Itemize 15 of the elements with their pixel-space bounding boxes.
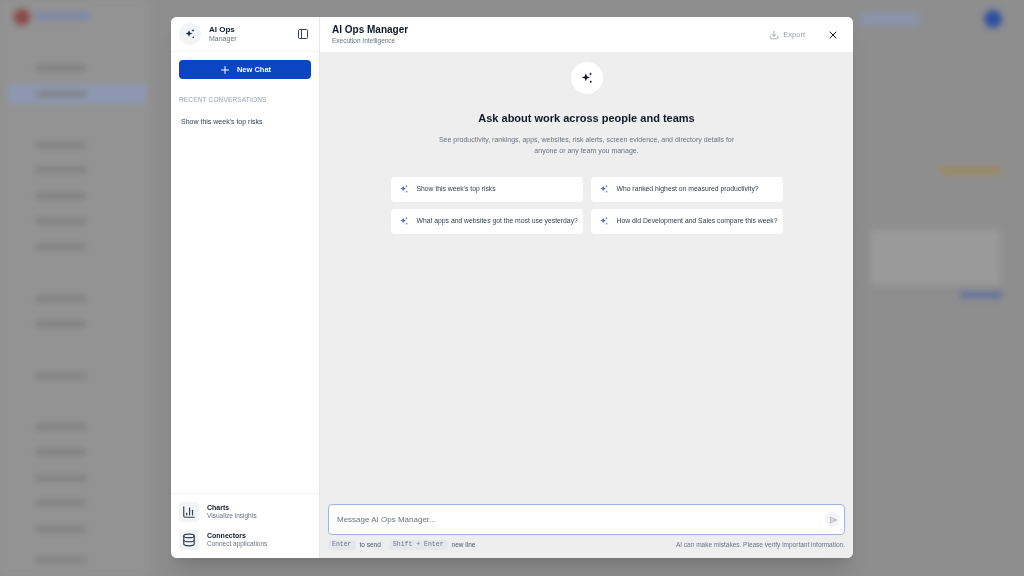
- dialog-title: AI Ops Manager: [332, 24, 410, 37]
- message-field[interactable]: Message AI Ops Manager...: [328, 504, 845, 536]
- sidebar-icon: [297, 28, 309, 40]
- plus-icon: [218, 63, 231, 76]
- download-icon: [769, 29, 780, 40]
- sparkle-icon: [184, 28, 196, 40]
- sparkle-icon: [398, 184, 409, 194]
- assistant-name: AI Ops: [209, 24, 236, 35]
- sparkle-icon: [598, 216, 609, 226]
- sparkle-icon: [579, 71, 594, 85]
- sparkle-icon: [398, 216, 409, 226]
- collapse-sidebar-button[interactable]: [295, 26, 311, 42]
- sparkle-icon: [598, 184, 609, 194]
- send-icon: [828, 515, 837, 524]
- welcome-heading: Ask about work across people and teams: [478, 111, 695, 126]
